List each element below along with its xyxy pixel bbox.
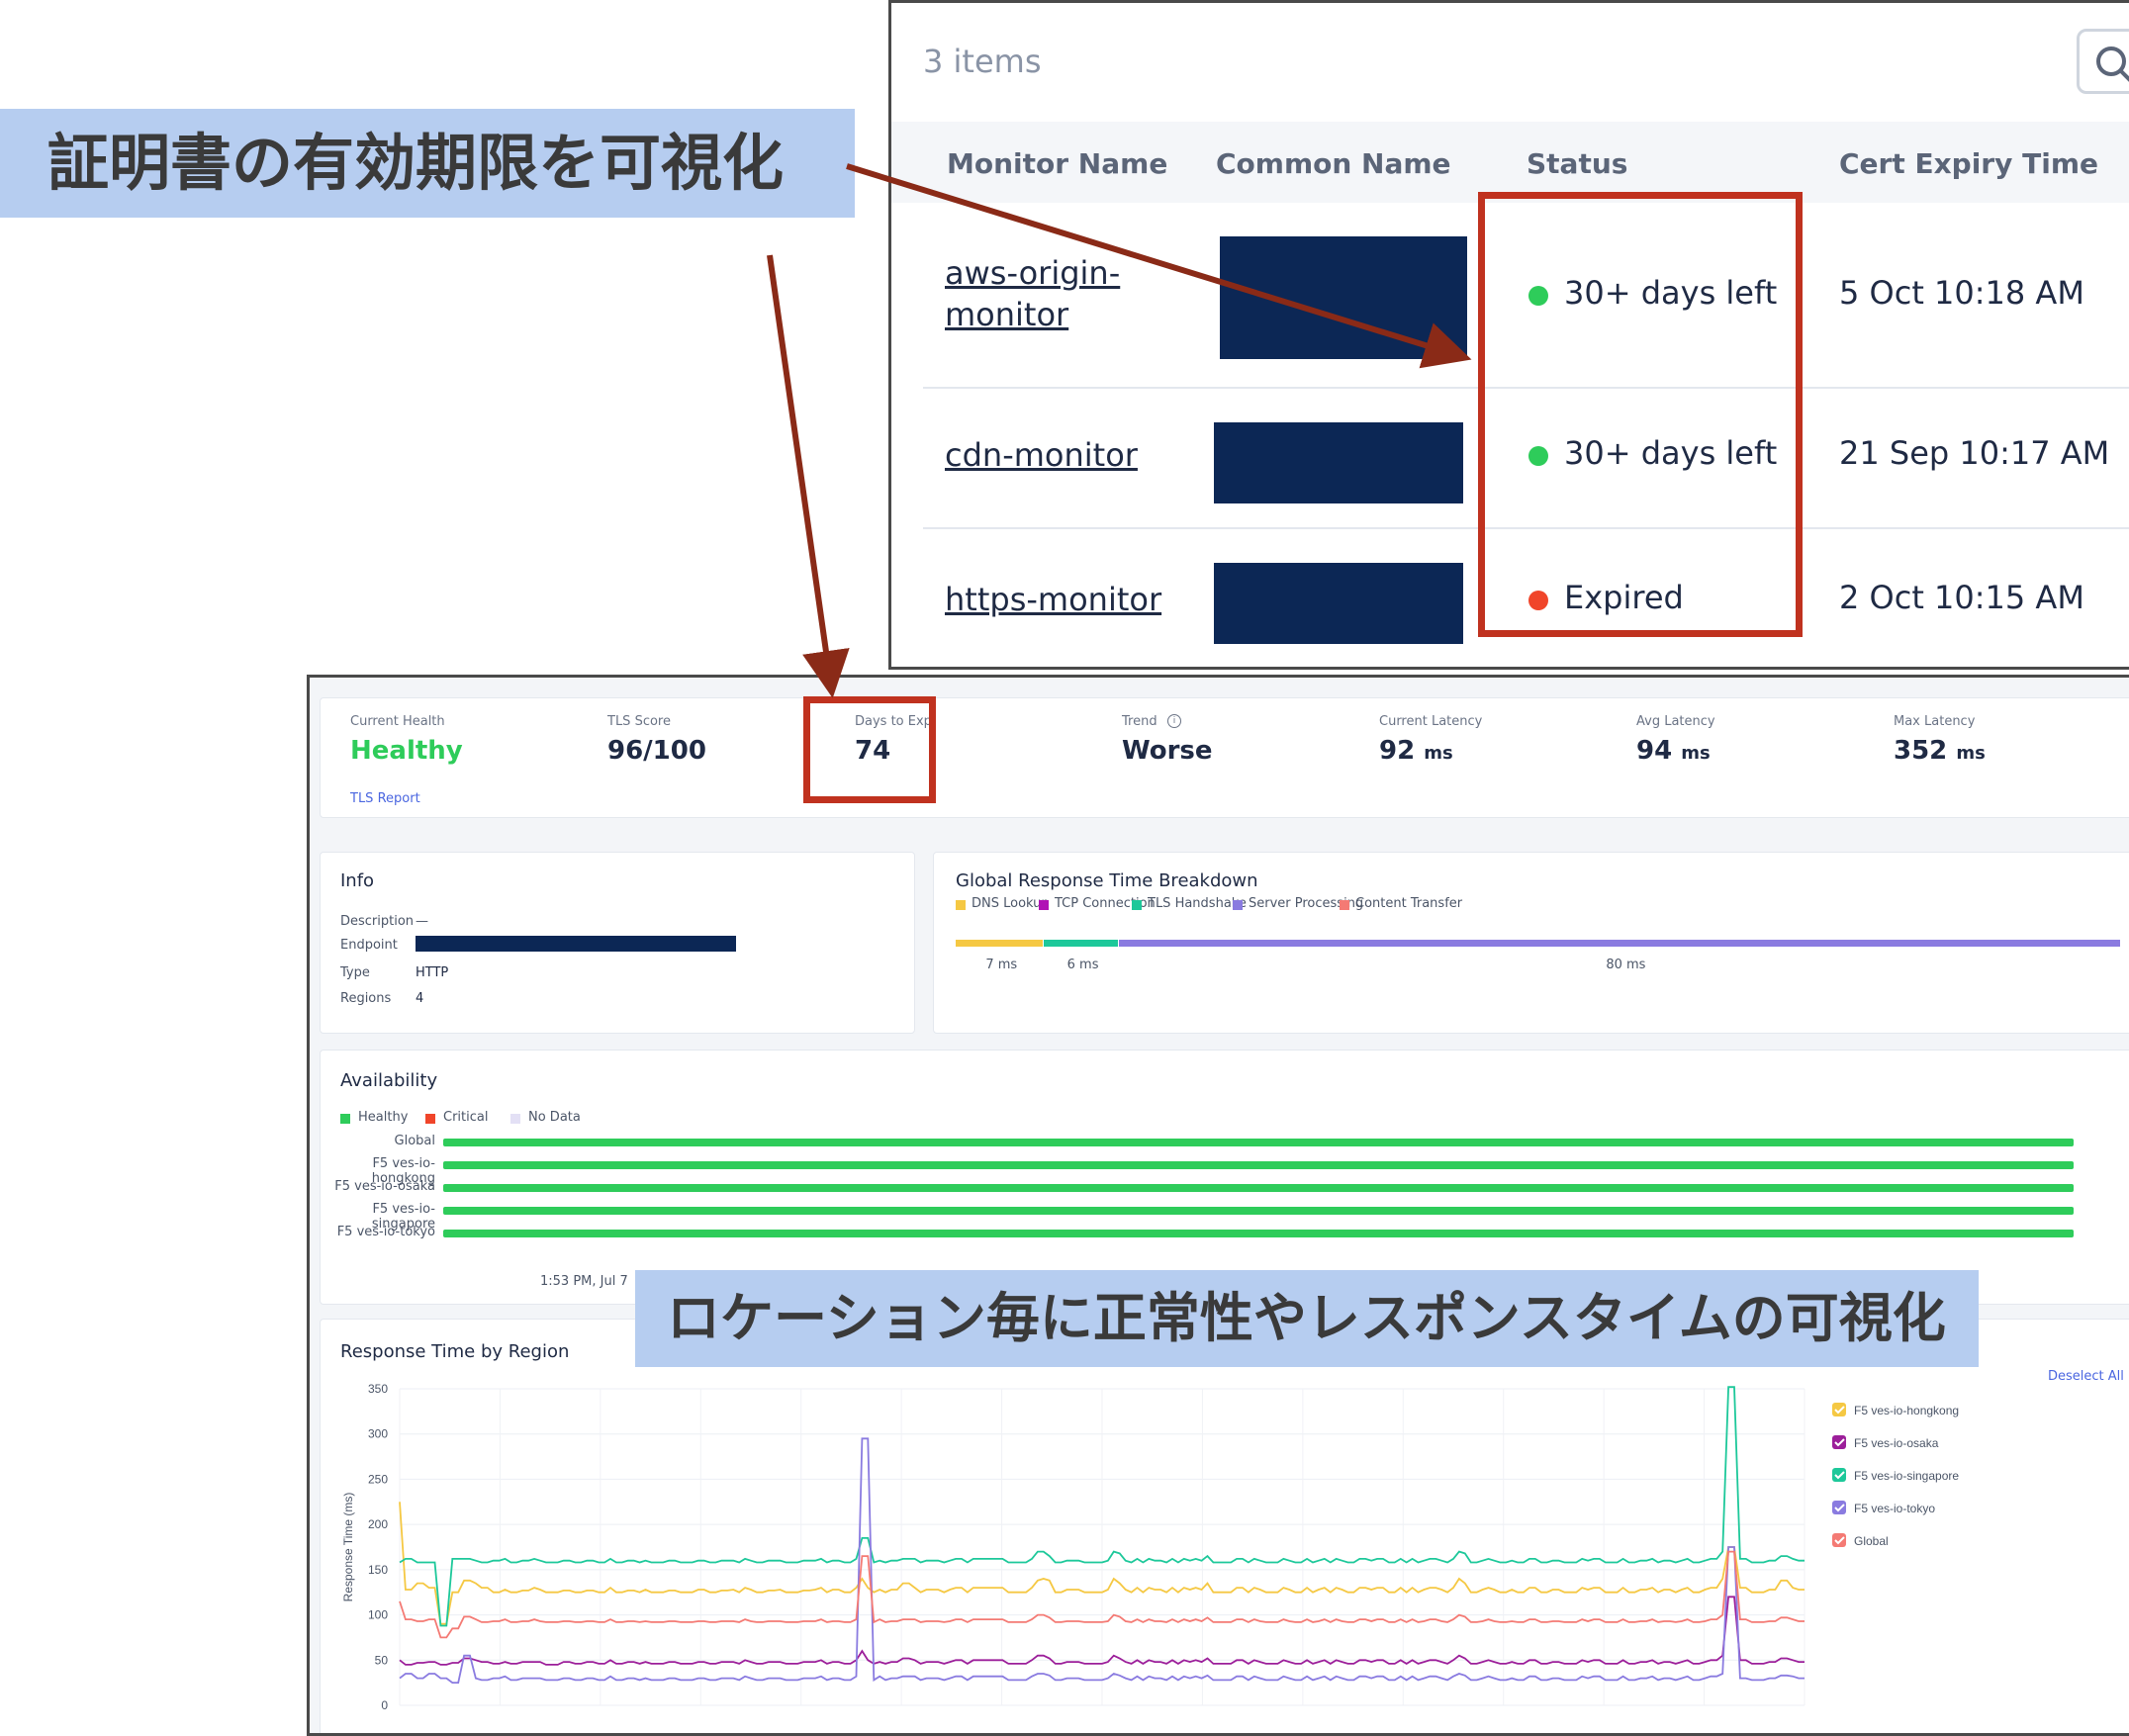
arrow-to-status <box>846 163 1472 369</box>
arrow-to-days-expiry <box>767 254 850 698</box>
annotation-arrows <box>767 163 1472 698</box>
